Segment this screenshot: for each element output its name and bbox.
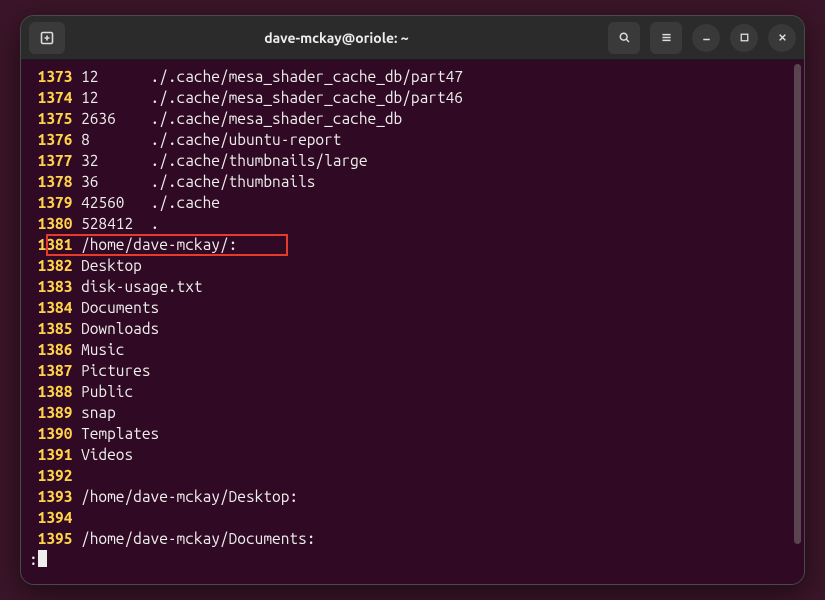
minimize-button[interactable] [692, 24, 720, 52]
line-number: 1395 [29, 528, 72, 549]
line-number: 1393 [29, 486, 72, 507]
line-number: 1392 [29, 465, 72, 486]
terminal-line: 1374 12 ./.cache/mesa_shader_cache_db/pa… [29, 87, 796, 108]
line-number: 1391 [29, 444, 72, 465]
terminal-line: 1387 Pictures [29, 360, 796, 381]
close-button[interactable] [768, 24, 796, 52]
terminal-line: 1383 disk-usage.txt [29, 276, 796, 297]
terminal-line: 1373 12 ./.cache/mesa_shader_cache_db/pa… [29, 66, 796, 87]
line-text: Desktop [72, 257, 141, 274]
line-number: 1382 [29, 255, 72, 276]
line-text: disk-usage.txt [72, 278, 202, 295]
line-number: 1388 [29, 381, 72, 402]
terminal-line: 1393 /home/dave-mckay/Desktop: [29, 486, 796, 507]
pager-prompt: : [29, 549, 796, 570]
terminal-line: 1394 [29, 507, 796, 528]
line-text: Pictures [72, 362, 150, 379]
line-text: 12 ./.cache/mesa_shader_cache_db/part46 [72, 89, 463, 106]
titlebar: dave-mckay@oriole: ~ [21, 16, 804, 60]
line-text: /home/dave-mckay/Desktop: [72, 488, 298, 505]
terminal-line: 1379 42560 ./.cache [29, 192, 796, 213]
line-text: /home/dave-mckay/Documents: [72, 530, 315, 547]
line-number: 1381 [29, 234, 72, 255]
line-number: 1394 [29, 507, 72, 528]
hamburger-menu-button[interactable] [650, 22, 682, 54]
line-number: 1390 [29, 423, 72, 444]
terminal-viewport[interactable]: 1373 12 ./.cache/mesa_shader_cache_db/pa… [21, 60, 804, 584]
line-text: Music [72, 341, 124, 358]
new-tab-button[interactable] [29, 22, 65, 54]
line-text: /home/dave-mckay/: [72, 236, 237, 253]
terminal-line: 1395 /home/dave-mckay/Documents: [29, 528, 796, 549]
terminal-line: 1389 snap [29, 402, 796, 423]
terminal-line: 1391 Videos [29, 444, 796, 465]
terminal-output: 1373 12 ./.cache/mesa_shader_cache_db/pa… [29, 66, 796, 549]
terminal-line: 1382 Desktop [29, 255, 796, 276]
terminal-line: 1380 528412 . [29, 213, 796, 234]
line-text: Downloads [72, 320, 159, 337]
terminal-line: 1381 /home/dave-mckay/: [29, 234, 796, 255]
window-title: dave-mckay@oriole: ~ [65, 30, 608, 46]
line-number: 1383 [29, 276, 72, 297]
line-number: 1384 [29, 297, 72, 318]
line-number: 1385 [29, 318, 72, 339]
terminal-line: 1388 Public [29, 381, 796, 402]
search-button[interactable] [608, 22, 640, 54]
terminal-line: 1378 36 ./.cache/thumbnails [29, 171, 796, 192]
terminal-line: 1386 Music [29, 339, 796, 360]
line-number: 1378 [29, 171, 72, 192]
terminal-window: dave-mckay@oriole: ~ [20, 15, 805, 585]
line-text: Public [72, 383, 133, 400]
cursor [38, 550, 47, 567]
line-text: Templates [72, 425, 159, 442]
terminal-line: 1390 Templates [29, 423, 796, 444]
line-text: 8 ./.cache/ubuntu-report [72, 131, 341, 148]
line-number: 1373 [29, 66, 72, 87]
line-number: 1376 [29, 129, 72, 150]
scrollbar-thumb[interactable] [794, 64, 801, 544]
prompt-char: : [29, 551, 38, 568]
line-text: Documents [72, 299, 159, 316]
line-number: 1386 [29, 339, 72, 360]
line-text: 42560 ./.cache [72, 194, 220, 211]
terminal-line: 1377 32 ./.cache/thumbnails/large [29, 150, 796, 171]
line-text: 2636 ./.cache/mesa_shader_cache_db [72, 110, 402, 127]
window-controls [608, 22, 796, 54]
line-number: 1375 [29, 108, 72, 129]
line-number: 1379 [29, 192, 72, 213]
line-text: 12 ./.cache/mesa_shader_cache_db/part47 [72, 68, 463, 85]
line-number: 1389 [29, 402, 72, 423]
line-number: 1380 [29, 213, 72, 234]
line-number: 1387 [29, 360, 72, 381]
line-number: 1374 [29, 87, 72, 108]
line-text: snap [72, 404, 115, 421]
terminal-line: 1376 8 ./.cache/ubuntu-report [29, 129, 796, 150]
terminal-line: 1375 2636 ./.cache/mesa_shader_cache_db [29, 108, 796, 129]
line-number: 1377 [29, 150, 72, 171]
line-text: 528412 . [72, 215, 159, 232]
maximize-button[interactable] [730, 24, 758, 52]
line-text: 32 ./.cache/thumbnails/large [72, 152, 367, 169]
terminal-line: 1384 Documents [29, 297, 796, 318]
terminal-line: 1385 Downloads [29, 318, 796, 339]
terminal-line: 1392 [29, 465, 796, 486]
line-text: Videos [72, 446, 133, 463]
line-text: 36 ./.cache/thumbnails [72, 173, 315, 190]
